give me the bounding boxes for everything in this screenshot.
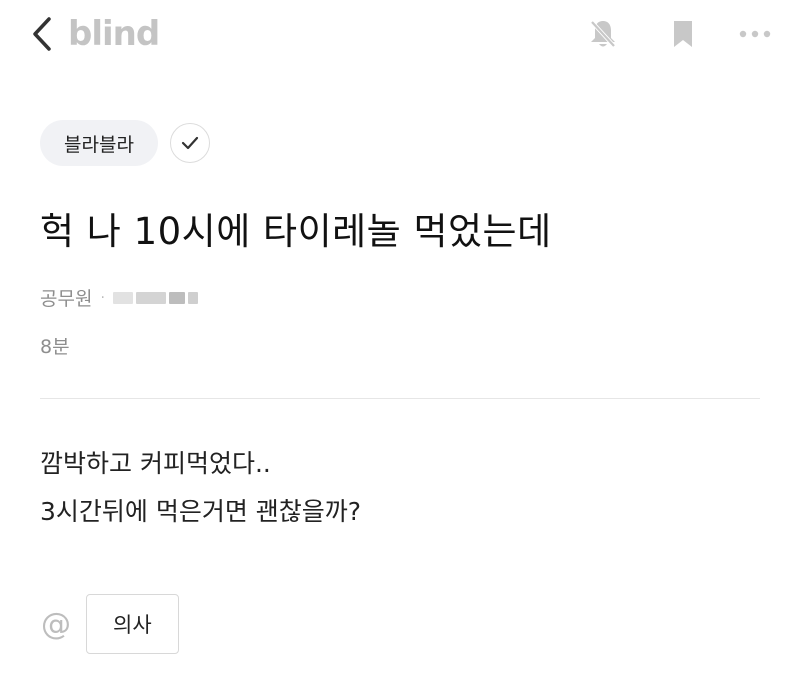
bookmark-icon [674,21,692,47]
channel-tag-row: 블라블라 [40,120,210,166]
more-horizontal-icon [739,30,771,38]
author-separator: · [100,289,105,306]
author-company[interactable]: 공무원 [40,284,92,311]
post-body-line: 깜박하고 커피먹었다.. [40,449,271,478]
blind-logo[interactable]: blind [68,10,160,58]
channel-chip[interactable]: 블라블라 [40,120,158,166]
mention-row: @ 의사 [38,594,179,654]
at-sign-icon: @ [41,606,71,642]
chevron-left-icon [33,17,51,51]
more-options-button[interactable] [735,14,775,54]
bookmark-button[interactable] [663,14,703,54]
bell-off-icon [590,20,616,48]
mention-chip[interactable]: 의사 [86,594,179,654]
post-body: 깜박하고 커피먹었다.. 3시간뒤에 먹은거면 괜찮을까? [40,440,361,536]
author-nickname-redacted [112,291,201,304]
author-info: 공무원 · [40,284,201,311]
divider [40,398,760,399]
verified-badge [169,123,210,163]
post-title: 헉 나 10시에 타이레놀 먹었는데 [40,210,552,253]
check-icon [181,136,199,150]
post-body-line: 3시간뒤에 먹은거면 괜찮을까? [40,497,362,526]
top-bar: blind [0,0,800,70]
notification-toggle-button[interactable] [583,14,623,54]
back-button[interactable] [22,12,62,56]
post-time: 8분 [40,336,70,358]
